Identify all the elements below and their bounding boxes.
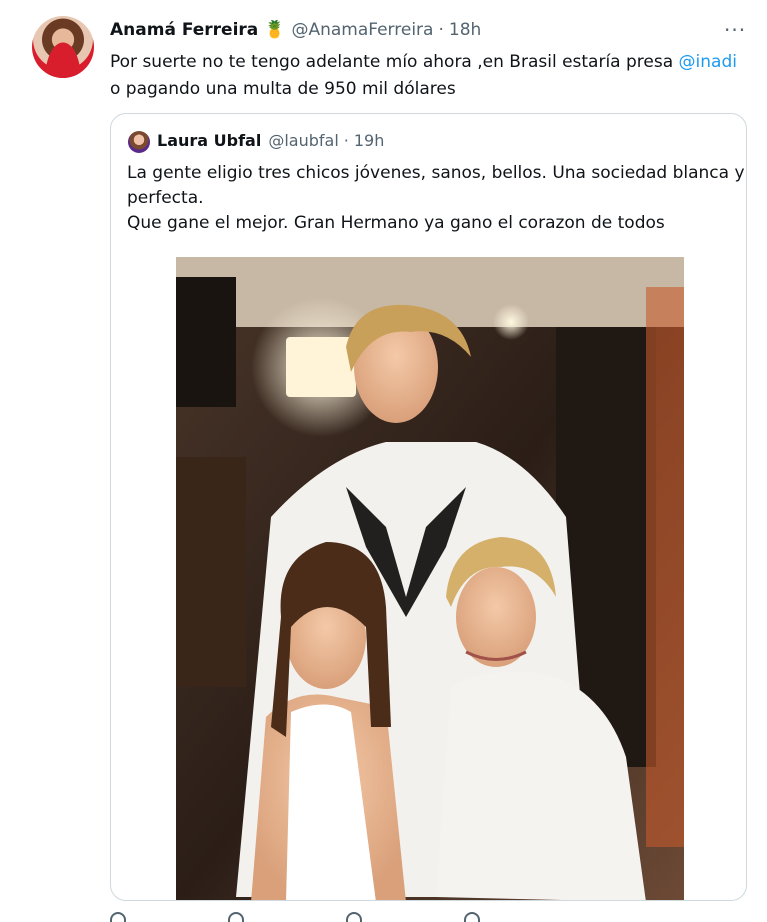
more-options-icon[interactable]: ··· [724, 18, 746, 42]
tweet-text: Por suerte no te tengo adelante mío ahor… [110, 49, 750, 103]
tweet-actions [110, 912, 710, 922]
quoted-author-name[interactable]: Laura Ubfal [157, 131, 261, 150]
quoted-text-line: La gente eligio tres chicos jóvenes, san… [127, 163, 745, 183]
mention-link[interactable]: @inadi [679, 52, 737, 72]
tweet-text-part: o pagando una multa de 950 mil dólares [110, 79, 456, 99]
author-avatar[interactable] [32, 16, 94, 78]
quoted-tweet-header: Laura Ubfal @laubfal · 19h [157, 131, 384, 150]
quoted-author-avatar[interactable] [128, 131, 150, 153]
pineapple-emoji-icon: 🍍 [264, 20, 286, 40]
reply-icon[interactable] [110, 912, 126, 922]
quoted-text-line: Que gane el mejor. Gran Hermano ya gano … [127, 213, 665, 233]
photo-illustration [176, 257, 684, 900]
author-name[interactable]: Anamá Ferreira [110, 20, 258, 40]
quoted-tweet-timestamp[interactable]: 19h [354, 131, 385, 150]
retweet-icon[interactable] [228, 912, 244, 922]
quoted-text-line: perfecta. [127, 188, 204, 208]
share-icon[interactable] [464, 912, 480, 922]
tweet[interactable]: Anamá Ferreira 🍍 @AnamaFerreira · 18h ··… [0, 0, 767, 922]
quoted-author-handle[interactable]: @laubfal [268, 131, 338, 150]
separator-dot: · [343, 131, 349, 150]
quoted-tweet-text: La gente eligio tres chicos jóvenes, san… [127, 161, 745, 236]
like-icon[interactable] [346, 912, 362, 922]
author-handle[interactable]: @AnamaFerreira [291, 20, 433, 40]
tweet-text-part: Por suerte no te tengo adelante mío ahor… [110, 52, 679, 72]
tweet-timestamp[interactable]: 18h [449, 20, 481, 40]
tweet-photo[interactable] [176, 257, 684, 900]
separator-dot: · [438, 20, 444, 40]
tweet-header: Anamá Ferreira 🍍 @AnamaFerreira · 18h [110, 20, 481, 40]
quoted-tweet[interactable]: Laura Ubfal @laubfal · 19h La gente elig… [110, 113, 747, 901]
